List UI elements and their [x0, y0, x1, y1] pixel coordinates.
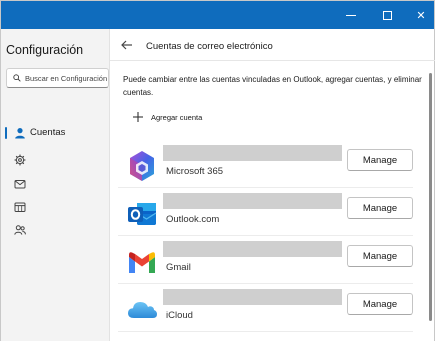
gear-icon	[14, 154, 26, 166]
sidebar-item-accounts[interactable]: Cuentas	[1, 122, 109, 144]
maximize-icon	[382, 10, 392, 20]
page-header: Cuentas de correo electrónico	[110, 29, 435, 61]
add-account-button[interactable]: Agregar cuenta	[132, 109, 202, 125]
people-icon	[14, 225, 26, 235]
settings-window: ✕ Configuración Cuentas	[0, 0, 435, 341]
mail-icon	[14, 180, 26, 189]
manage-button[interactable]: Manage	[347, 149, 413, 171]
minimize-button[interactable]	[331, 1, 371, 29]
account-name: Gmail	[166, 262, 191, 273]
manage-button[interactable]: Manage	[347, 293, 413, 315]
email-redacted	[163, 145, 342, 161]
sidebar-title: Configuración	[6, 43, 84, 57]
outlook-logo	[128, 203, 157, 225]
sidebar: Configuración Cuentas	[1, 29, 109, 341]
account-row-outlook: Outlook.com Manage	[118, 192, 413, 236]
page-title: Cuentas de correo electrónico	[146, 41, 273, 52]
account-name: Microsoft 365	[166, 166, 224, 177]
account-row-icloud: iCloud Manage	[118, 288, 413, 332]
search-icon	[13, 74, 21, 82]
account-name: Outlook.com	[166, 214, 220, 225]
sidebar-item-people[interactable]	[1, 219, 109, 241]
person-icon	[15, 128, 25, 139]
email-redacted	[163, 241, 342, 257]
sidebar-item-general[interactable]	[1, 149, 109, 171]
description-text: Puede cambiar entre las cuentas vinculad…	[123, 75, 422, 97]
main-panel: Cuentas de correo electrónico Puede camb…	[109, 29, 435, 341]
gmail-logo	[129, 252, 155, 273]
search-input[interactable]	[25, 71, 108, 86]
sidebar-item-calendar[interactable]	[1, 196, 109, 218]
back-arrow-icon[interactable]	[120, 38, 134, 52]
minimize-icon	[346, 14, 356, 16]
close-button[interactable]: ✕	[401, 1, 435, 29]
sidebar-item-label: Cuentas	[30, 127, 66, 138]
microsoft-365-logo	[130, 151, 154, 181]
active-indicator	[5, 127, 7, 139]
email-redacted	[163, 289, 342, 305]
plus-icon	[133, 112, 143, 122]
title-bar: ✕	[1, 1, 434, 29]
manage-button[interactable]: Manage	[347, 197, 413, 219]
account-name: iCloud	[166, 310, 193, 321]
scrollbar[interactable]	[429, 73, 432, 321]
close-icon: ✕	[416, 9, 426, 22]
search-box[interactable]	[6, 68, 109, 88]
manage-button[interactable]: Manage	[347, 245, 413, 267]
account-row-microsoft-365: Microsoft 365 Manage	[118, 144, 413, 188]
add-account-label: Agregar cuenta	[151, 112, 203, 122]
email-redacted	[163, 193, 342, 209]
icloud-logo	[128, 302, 157, 318]
account-row-gmail: Gmail Manage	[118, 240, 413, 284]
calendar-icon	[14, 202, 26, 212]
sidebar-item-mail[interactable]	[1, 173, 109, 195]
